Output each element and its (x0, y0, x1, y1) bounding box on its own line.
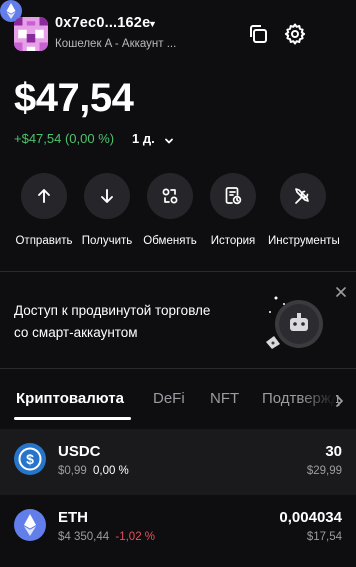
asset-symbol: USDC (58, 443, 101, 460)
history-icon[interactable] (210, 173, 256, 219)
account-subtitle: Кошелек A - Аккаунт ... (55, 38, 177, 50)
arrow-down-icon[interactable] (84, 173, 130, 219)
swap-icon[interactable] (147, 173, 193, 219)
promo-banner[interactable]: Доступ к продвинутой торговле со смарт-а… (0, 272, 356, 368)
swap-label: Обменять (143, 235, 197, 247)
promo-text: Доступ к продвинутой торговле со смарт-а… (14, 300, 244, 344)
usdc-icon: $ (14, 443, 46, 475)
asset-price: $0,99 (58, 465, 87, 477)
close-icon[interactable] (336, 284, 346, 297)
history-button[interactable]: История (198, 173, 268, 247)
balance-change: +$47,54 (0,00 %) (14, 131, 115, 146)
asset-symbol: ETH (58, 509, 88, 526)
asset-fiat-value: $17,54 (306, 531, 342, 543)
asset-change: -1,02 % (115, 531, 156, 543)
asset-price-line: $4 350,44 -1,02 % (58, 531, 155, 543)
period-selector[interactable]: 1 д. (132, 131, 155, 146)
asset-change: 0,00 % (92, 465, 129, 477)
chevron-down-icon[interactable] (164, 133, 174, 144)
tabs-fade (300, 384, 336, 418)
history-label: История (210, 235, 256, 247)
send-button[interactable]: Отправить (9, 173, 79, 247)
promo-line-1: Доступ к продвинутой торговле (14, 303, 211, 318)
receive-button[interactable]: Получить (72, 173, 142, 247)
asset-row-usdc[interactable]: $ USDC $0,99 0,00 % 30 $29,99 (0, 429, 356, 495)
ethereum-icon (14, 509, 46, 541)
robot-illustration-icon (260, 294, 330, 354)
total-balance: $47,54 (14, 76, 134, 120)
tab-nft[interactable]: NFT (210, 390, 239, 407)
promo-line-2: со смарт-аккаунтом (14, 325, 138, 340)
asset-price: $4 350,44 (58, 531, 110, 543)
receive-label: Получить (81, 235, 133, 247)
chevron-right-icon[interactable] (334, 394, 344, 408)
tab-defi[interactable]: DeFi (153, 390, 185, 407)
account-name[interactable]: 0x7ec0...162e (55, 15, 150, 31)
active-tab-indicator (14, 417, 131, 420)
asset-fiat-value: $29,99 (306, 465, 342, 477)
tools-button[interactable]: Инструменты (268, 173, 340, 247)
tools-label: Инструменты (268, 235, 340, 247)
arrow-up-icon[interactable] (21, 173, 67, 219)
tab-crypto[interactable]: Криптовалюта (16, 390, 124, 407)
account-avatar[interactable] (14, 17, 48, 51)
header: 0x7ec0...162e ▼ Кошелек A - Аккаунт ... (0, 0, 356, 70)
copy-icon[interactable] (246, 22, 270, 46)
asset-tabs: Криптовалюта DeFi NFT Подтвержд (0, 384, 356, 424)
asset-price-line: $0,99 0,00 % (58, 465, 129, 477)
account-caret-icon[interactable]: ▼ (148, 19, 157, 29)
swap-button[interactable]: Обменять (135, 173, 205, 247)
asset-amount: 0,004034 (279, 509, 342, 526)
divider (0, 368, 356, 369)
send-label: Отправить (15, 235, 73, 247)
asset-row-eth[interactable]: ETH $4 350,44 -1,02 % 0,004034 $17,54 (0, 495, 356, 561)
tools-icon[interactable] (280, 173, 326, 219)
action-bar: Отправить Получить Обменять История Инст… (0, 173, 356, 253)
asset-amount: 30 (325, 443, 342, 460)
gear-icon[interactable] (283, 22, 307, 46)
svg-text:$: $ (26, 451, 34, 467)
